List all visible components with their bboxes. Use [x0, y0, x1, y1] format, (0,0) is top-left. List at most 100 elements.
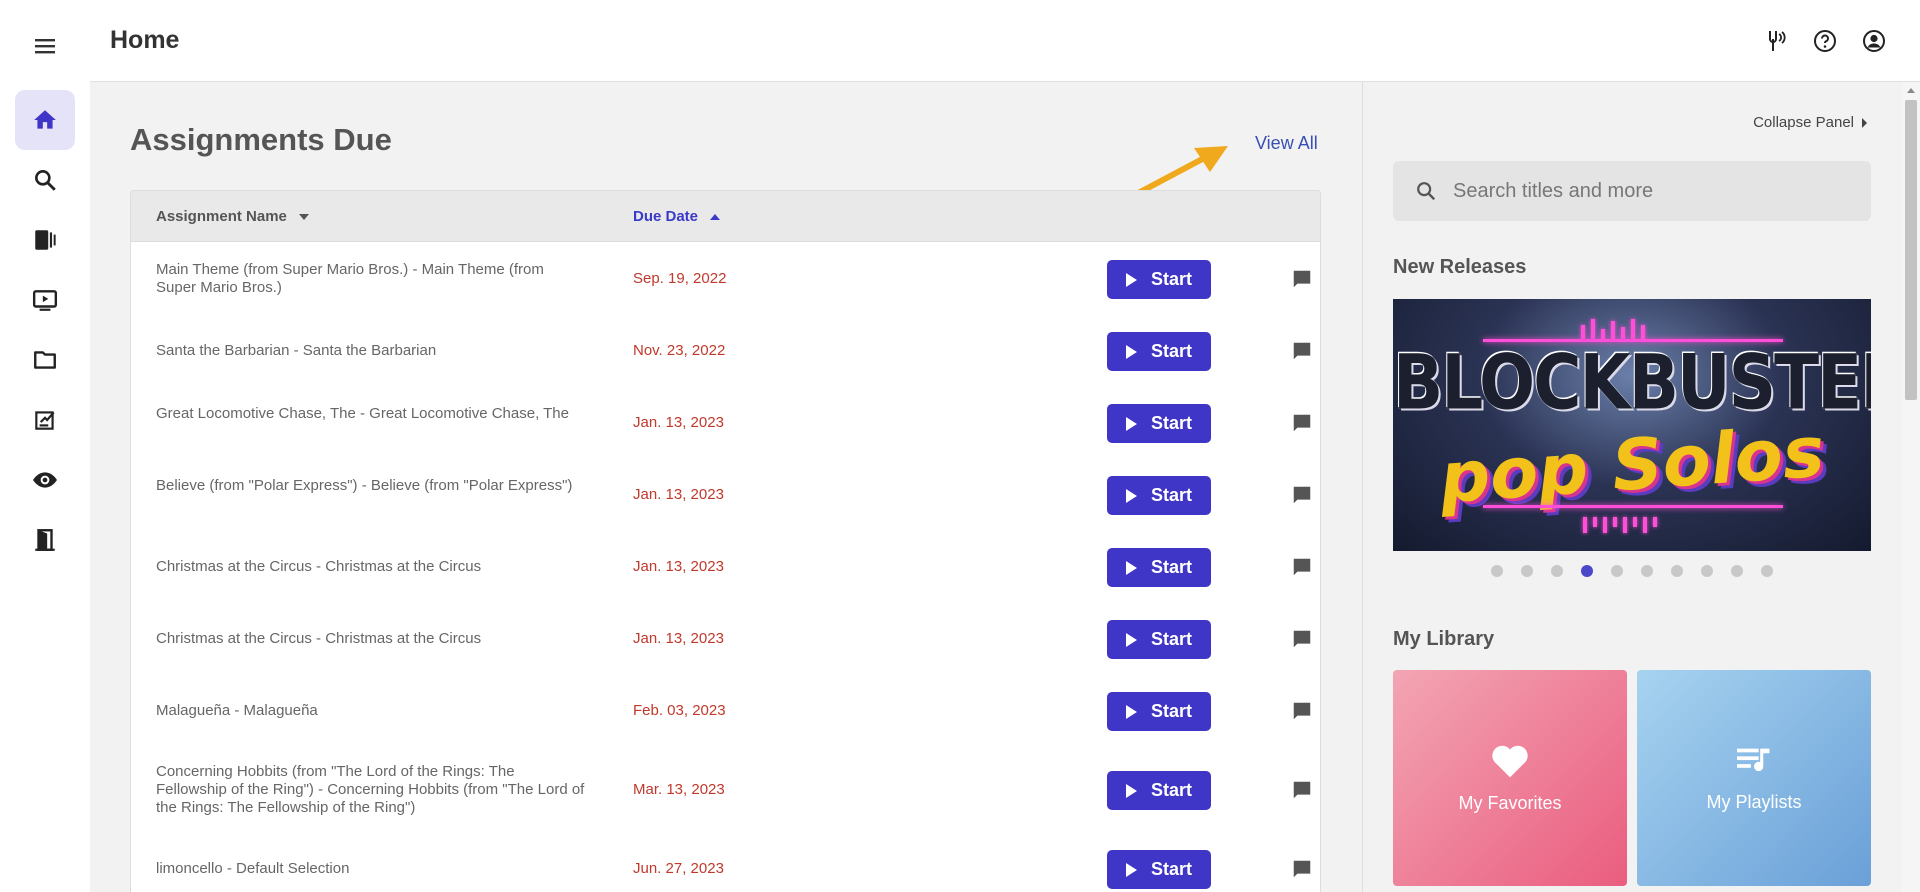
- my-favorites-tile[interactable]: My Favorites: [1393, 670, 1627, 886]
- page-scrollbar[interactable]: [1902, 82, 1920, 892]
- carousel-dot[interactable]: [1701, 565, 1713, 577]
- table-header: Assignment Name Due Date: [131, 191, 1320, 242]
- comment-icon[interactable]: [1291, 700, 1313, 722]
- due-date-column-header[interactable]: Due Date: [633, 208, 721, 225]
- assignment-name: limoncello - Default Selection: [156, 860, 350, 877]
- assignment-name: Concerning Hobbits (from "The Lord of th…: [156, 763, 585, 816]
- sidebar-item-search[interactable]: [15, 150, 75, 210]
- tuner-icon[interactable]: [1762, 28, 1788, 54]
- comment-icon[interactable]: [1291, 412, 1313, 434]
- assignments-table: Assignment Name Due Date Main Theme (fro…: [130, 190, 1321, 892]
- due-date: Sep. 19, 2022: [633, 270, 727, 287]
- carousel-dot[interactable]: [1731, 565, 1743, 577]
- carousel-dot[interactable]: [1671, 565, 1683, 577]
- table-row: Santa the Barbarian - Santa the Barbaria…: [131, 315, 1320, 387]
- sidebar-item-home[interactable]: [15, 90, 75, 150]
- due-date: Jan. 13, 2023: [633, 486, 724, 503]
- start-button[interactable]: Start: [1107, 771, 1211, 810]
- comment-icon[interactable]: [1291, 340, 1313, 362]
- start-button[interactable]: Start: [1107, 332, 1211, 371]
- my-playlists-tile[interactable]: My Playlists: [1637, 670, 1871, 886]
- due-date: Jun. 27, 2023: [633, 860, 724, 877]
- collapse-panel-button[interactable]: Collapse Panel: [1753, 114, 1867, 131]
- start-label: Start: [1150, 341, 1192, 361]
- carousel-dot[interactable]: [1581, 565, 1593, 577]
- play-icon: [1125, 488, 1137, 503]
- carousel-dot[interactable]: [1761, 565, 1773, 577]
- due-date: Jan. 13, 2023: [633, 630, 724, 647]
- start-label: Start: [1150, 780, 1192, 800]
- due-date: Nov. 23, 2022: [633, 342, 726, 359]
- sort-down-icon: [298, 213, 309, 220]
- search-input[interactable]: [1453, 161, 1853, 221]
- sidebar-item-watch[interactable]: [15, 450, 75, 510]
- my-favorites-label: My Favorites: [1458, 792, 1562, 813]
- assignment-name-column-header[interactable]: Assignment Name: [156, 208, 309, 225]
- neon-eq-top: [1581, 319, 1645, 339]
- scrollbar-thumb[interactable]: [1905, 100, 1917, 400]
- comment-icon[interactable]: [1291, 779, 1313, 801]
- help-icon[interactable]: [1812, 28, 1838, 54]
- start-label: Start: [1150, 269, 1192, 289]
- heart-icon: [1492, 745, 1528, 777]
- scroll-up-arrow-icon[interactable]: [1907, 88, 1915, 93]
- start-label: Start: [1150, 701, 1192, 721]
- assignment-name: Christmas at the Circus - Christmas at t…: [156, 558, 482, 575]
- view-all-link[interactable]: View All: [1255, 133, 1318, 154]
- monitor-play-icon: [32, 290, 58, 311]
- comment-icon[interactable]: [1291, 484, 1313, 506]
- play-icon: [1125, 344, 1137, 359]
- hamburger-menu-icon[interactable]: [30, 34, 60, 58]
- right-panel: Collapse Panel New Releases BLOCKBUSTER …: [1362, 82, 1902, 892]
- table-row: Christmas at the Circus - Christmas at t…: [131, 603, 1320, 675]
- start-button[interactable]: Start: [1107, 620, 1211, 659]
- comment-icon[interactable]: [1291, 268, 1313, 290]
- comment-icon[interactable]: [1291, 858, 1313, 880]
- sidebar-item-folder[interactable]: [15, 330, 75, 390]
- carousel-dot[interactable]: [1611, 565, 1623, 577]
- playlist-icon: [1737, 748, 1770, 771]
- new-release-banner[interactable]: BLOCKBUSTER pop Solos: [1393, 299, 1871, 551]
- sidebar-item-assignments[interactable]: [15, 390, 75, 450]
- start-button[interactable]: Start: [1107, 692, 1211, 731]
- start-button[interactable]: Start: [1107, 404, 1211, 443]
- sidebar-item-video[interactable]: [15, 270, 75, 330]
- sidebar: [0, 0, 90, 892]
- start-button[interactable]: Start: [1107, 476, 1211, 515]
- eye-icon: [33, 472, 57, 488]
- carousel-dot[interactable]: [1551, 565, 1563, 577]
- play-icon: [1125, 416, 1137, 431]
- due-date-header-label: Due Date: [633, 208, 699, 225]
- comment-icon[interactable]: [1291, 628, 1313, 650]
- sidebar-item-exit[interactable]: [15, 510, 75, 570]
- start-label: Start: [1150, 629, 1192, 649]
- my-library-title: My Library: [1393, 628, 1495, 650]
- start-label: Start: [1150, 485, 1192, 505]
- assignment-name: Great Locomotive Chase, The - Great Loco…: [156, 405, 569, 422]
- assignments-due-title: Assignments Due: [130, 122, 392, 157]
- play-icon: [1125, 632, 1137, 647]
- carousel-dot[interactable]: [1521, 565, 1533, 577]
- collapse-panel-label: Collapse Panel: [1753, 114, 1854, 131]
- search-icon: [1417, 182, 1436, 201]
- table-row: Great Locomotive Chase, The - Great Loco…: [131, 387, 1320, 459]
- due-date: Feb. 03, 2023: [633, 702, 726, 719]
- carousel-dot[interactable]: [1641, 565, 1653, 577]
- assignment-name: Malagueña - Malagueña: [156, 702, 318, 719]
- start-button[interactable]: Start: [1107, 548, 1211, 587]
- neon-line-bottom: [1483, 505, 1783, 508]
- start-button[interactable]: Start: [1107, 260, 1211, 299]
- table-row: Believe (from "Polar Express") - Believe…: [131, 459, 1320, 531]
- comment-icon[interactable]: [1291, 556, 1313, 578]
- table-row: Malagueña - Malagueña Feb. 03, 2023 Start: [131, 675, 1320, 747]
- account-icon[interactable]: [1861, 28, 1887, 54]
- play-icon: [1125, 560, 1137, 575]
- sidebar-item-library[interactable]: [15, 210, 75, 270]
- search-icon: [35, 170, 56, 191]
- table-row: limoncello - Default Selection Jun. 27, 2…: [131, 833, 1320, 892]
- play-icon: [1125, 704, 1137, 719]
- start-button[interactable]: Start: [1107, 850, 1211, 889]
- top-header: Home: [90, 0, 1920, 82]
- carousel-dot[interactable]: [1491, 565, 1503, 577]
- play-icon: [1125, 783, 1137, 798]
